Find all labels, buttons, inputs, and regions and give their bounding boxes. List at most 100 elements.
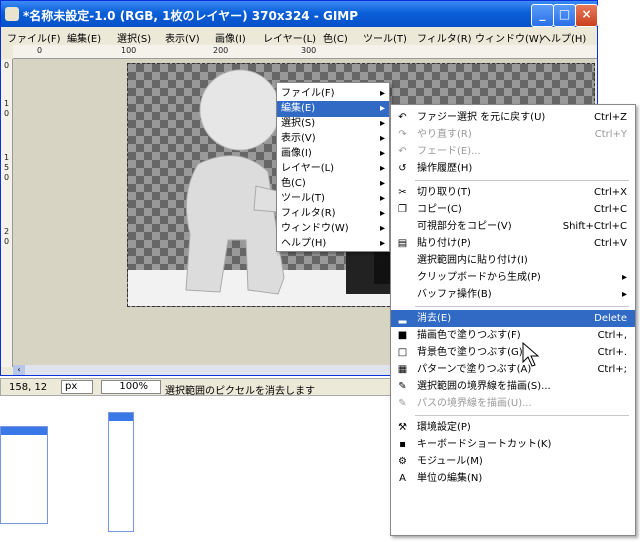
edit-menu-item[interactable]: ❐ コピー(C) Ctrl+C [391,201,635,218]
menu-item-label: 操作履歴(H) [417,163,473,174]
menu-separator [415,306,629,307]
toolbox-thumbnail[interactable] [108,412,134,532]
edit-menu-item[interactable]: ▪ キーボードショートカット(K) [391,436,635,453]
menu-item-label: 編集(E) [281,103,316,114]
menu-item-label: 選択範囲の境界線を描画(S)... [417,381,551,392]
maximize-button[interactable]: □ [553,4,576,27]
edit-menu-item[interactable]: ⚒ 環境設定(P) [391,419,635,436]
menu-colors[interactable]: 色(C) [323,30,348,45]
context-menu-item[interactable]: 表示(V) ▸ [277,131,389,147]
menu-tools[interactable]: ツール(T) [363,30,407,45]
scroll-left-arrow-icon[interactable]: ‹ [13,365,25,375]
menu-filters[interactable]: フィルタ(R) [417,30,472,45]
context-menu-item[interactable]: 画像(I) ▸ [277,146,389,162]
context-menu-item[interactable]: フィルタ(R) ▸ [277,206,389,222]
ruler-tick: 5 [4,163,10,172]
submenu-arrow-icon: ▸ [379,118,385,129]
menu-separator [415,415,629,416]
menu-item-label: ウィンドウ(W) [281,223,349,234]
context-menu-item[interactable]: ファイル(F) ▸ [277,86,389,102]
edit-menu-item[interactable]: ▦ パターンで塗りつぶす(A) Ctrl+; [391,361,635,378]
submenu-arrow-icon: ▸ [379,163,385,174]
submenu-arrow-icon: ▸ [379,208,385,219]
context-menu-item[interactable]: 選択(S) ▸ [277,116,389,132]
menu-item-label: モジュール(M) [417,456,483,467]
menu-item-shortcut: Ctrl+V [593,238,627,249]
close-button[interactable]: × [575,4,598,27]
horizontal-scrollbar[interactable]: ‹ [13,365,391,375]
edit-menu-item[interactable]: ✎ 選択範囲の境界線を描画(S)... [391,378,635,395]
menu-item-label: コピー(C) [417,204,462,215]
menu-item-label: 選択範囲内に貼り付け(I) [417,255,528,266]
context-menu-item[interactable]: 編集(E) ▸ [277,101,389,117]
edit-menu-item[interactable]: A 単位の編集(N) [391,470,635,487]
title-bar[interactable]: *名称未設定-1.0 (RGB, 1枚のレイヤー) 370x324 - GIMP… [1,1,598,27]
menu-item-label: パターンで塗りつぶす(A) [417,364,532,375]
pattern-icon: ▦ [397,364,408,375]
menu-item-label: フェード(E)... [417,146,481,157]
menu-item-shortcut: Ctrl+, [597,330,627,341]
menu-windows[interactable]: ウィンドウ(W) [475,30,543,45]
menu-item-label: キーボードショートカット(K) [417,439,552,450]
menu-file[interactable]: ファイル(F) [7,30,61,45]
submenu-arrow-icon: ▸ [379,103,385,114]
gimp-app-icon [5,7,19,21]
vertical-ruler[interactable]: 0 1 0 1 5 0 2 0 [1,59,13,367]
context-menu-item[interactable]: ツール(T) ▸ [277,191,389,207]
zoom-select[interactable]: 100% [101,380,161,394]
redo-icon: ↷ [398,129,407,140]
thumbnail-titlebar [109,413,133,421]
fg-color-icon: ■ [397,330,408,341]
menu-item-shortcut: Ctrl+. [597,347,627,358]
edit-menu-item[interactable]: ▤ 貼り付け(P) Ctrl+V [391,235,635,252]
menu-view[interactable]: 表示(V) [165,30,200,45]
ruler-tick: 2 [4,227,10,236]
menu-item-label: 画像(I) [281,148,312,159]
menu-select[interactable]: 選択(S) [117,30,151,45]
submenu-arrow-icon: ▸ [379,238,385,249]
edit-menu-item[interactable]: □ 背景色で塗りつぶす(G) Ctrl+. [391,344,635,361]
menu-item-shortcut: Ctrl+C [593,204,627,215]
edit-menu-item[interactable]: ✎ パスの境界線を描画(U)... [391,395,635,412]
menu-help[interactable]: ヘルプ(H) [541,30,586,45]
edit-menu-item[interactable]: クリップボードから生成(P) ▸ [391,269,635,286]
edit-menu-item[interactable]: ⚙ モジュール(M) [391,453,635,470]
preferences-icon: ⚒ [398,422,407,433]
submenu-arrow-icon: ▸ [379,193,385,204]
edit-menu-item[interactable]: ■ 描画色で塗りつぶす(F) Ctrl+, [391,327,635,344]
horizontal-ruler[interactable]: 0 100 200 300 [13,45,597,59]
fade-icon: ↶ [398,146,407,157]
menu-layer[interactable]: レイヤー(L) [263,30,316,45]
context-menu-item[interactable]: ウィンドウ(W) ▸ [277,221,389,237]
dialog-thumbnail[interactable] [0,426,48,524]
scissors-icon: ✂ [398,187,407,198]
edit-menu-item[interactable]: 可視部分をコピー(V) Shift+Ctrl+C [391,218,635,235]
submenu-arrow-icon: ▸ [379,148,385,159]
window-title: *名称未設定-1.0 (RGB, 1枚のレイヤー) 370x324 - GIMP [23,9,359,23]
edit-menu-item[interactable]: ✂ 切り取り(T) Ctrl+X [391,184,635,201]
edit-menu-item[interactable]: バッファ操作(B) ▸ [391,286,635,303]
edit-menu-item[interactable]: ↶ ファジー選択 を元に戻す(U) Ctrl+Z [391,109,635,126]
thumbnail-titlebar [1,427,47,435]
edit-menu-item[interactable]: 選択範囲内に貼り付け(I) [391,252,635,269]
edit-menu-item[interactable]: ↺ 操作履歴(H) [391,160,635,177]
minimize-button[interactable]: _ [531,4,554,27]
context-menu-item[interactable]: レイヤー(L) ▸ [277,161,389,177]
edit-menu-item[interactable]: ▂ 消去(E) Delete [391,310,635,327]
ruler-tick: 1 [4,99,10,108]
menu-image[interactable]: 画像(I) [215,30,246,45]
status-bar: 158, 12 px 100% 選択範囲のピクセルを消去します [0,378,398,397]
menu-edit[interactable]: 編集(E) [67,30,101,45]
edit-menu-item[interactable]: ↷ やり直す(R) Ctrl+Y [391,126,635,143]
menu-item-label: ツール(T) [281,193,325,204]
ruler-tick: 0 [37,46,43,55]
context-menu-item[interactable]: ヘルプ(H) ▸ [277,236,389,252]
menu-item-shortcut: Shift+Ctrl+C [562,221,627,232]
menu-bar: ファイル(F) 編集(E) 選択(S) 表示(V) 画像(I) レイヤー(L) … [1,27,597,45]
unit-select[interactable]: px [61,380,93,394]
menu-item-label: 選択(S) [281,118,316,129]
ruler-tick: 0 [4,237,10,246]
context-menu-item[interactable]: 色(C) ▸ [277,176,389,192]
edit-menu-item[interactable]: ↶ フェード(E)... [391,143,635,160]
module-icon: ⚙ [398,456,407,467]
